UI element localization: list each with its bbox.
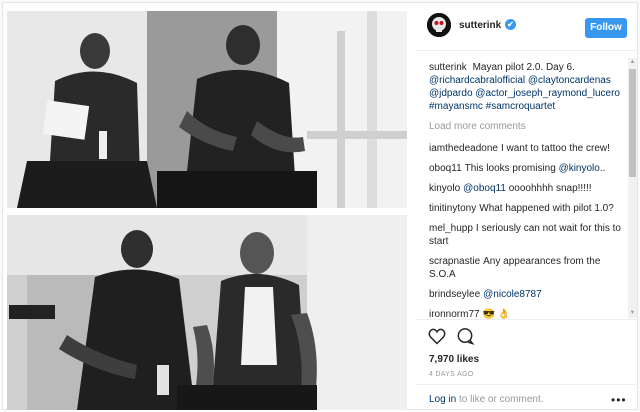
comment-text: What happened with pilot 1.0? [479, 203, 614, 214]
load-more-comments-link[interactable]: Load more comments [429, 121, 629, 132]
comment-item: kinyolo @oboq11 oooohhhh snap!!!!! [429, 182, 629, 195]
login-prompt: Log in to like or comment. [429, 394, 544, 405]
comment-mention[interactable]: @nicole8787 [483, 289, 542, 300]
comment-username[interactable]: tinitinytony [429, 203, 476, 214]
comment-mention[interactable]: @kinyolo.. [559, 163, 606, 174]
comment-text-after: oooohhhh snap!!!!! [505, 183, 592, 194]
comment-username[interactable]: scrapnastie [429, 256, 480, 267]
comments-scrollbar[interactable]: ▲ ▼ [628, 58, 637, 318]
comment-bubble-icon[interactable] [455, 326, 475, 346]
comment-item: oboq11 This looks promising @kinyolo.. [429, 162, 629, 175]
comment-text: This looks promising [464, 163, 559, 174]
scroll-up-arrow-icon[interactable]: ▲ [628, 58, 637, 67]
skull-avatar-icon [427, 13, 451, 37]
comment-username[interactable]: oboq11 [429, 163, 462, 174]
scroll-thumb[interactable] [629, 69, 636, 177]
comment-item: scrapnastie Any appearances from the S.O.… [429, 255, 629, 281]
comment-username[interactable]: iamthedeadone [429, 143, 498, 154]
comment-item: brindseylee @nicole8787 [429, 288, 629, 301]
caption-text: Mayan pilot 2.0. Day 6. [472, 62, 575, 73]
likes-count[interactable]: 7,970 likes [429, 354, 479, 365]
post-timestamp[interactable]: 4 DAYS AGO [429, 371, 474, 378]
post-actions: 7,970 likes 4 DAYS AGO Log in to like or… [415, 319, 639, 411]
comment-username[interactable]: ironnorm77 [429, 309, 480, 319]
more-options-icon[interactable]: ••• [611, 393, 627, 407]
avatar[interactable] [427, 13, 451, 37]
post-username[interactable]: sutterink [459, 20, 501, 31]
follow-button[interactable]: Follow [585, 18, 627, 38]
post-media [7, 7, 407, 411]
instagram-post: sutterink ✔ Follow sutterink Mayan pilot… [2, 2, 639, 411]
comments-list: sutterink Mayan pilot 2.0. Day 6. @richa… [415, 61, 629, 319]
login-bar: Log in to like or comment. ••• [415, 384, 639, 412]
comment-username[interactable]: mel_hupp [429, 223, 473, 234]
comment-mention[interactable]: @oboq11 [463, 183, 506, 194]
comment-item: mel_hupp I seriously can not wait for thi… [429, 222, 629, 248]
scroll-down-arrow-icon[interactable]: ▼ [628, 309, 637, 318]
comment-item: tinitinytony What happened with pilot 1.0… [429, 202, 629, 215]
post-header: sutterink ✔ Follow [415, 3, 639, 51]
comment-text: 😎 👌 [482, 309, 511, 319]
verified-badge-icon: ✔ [505, 19, 516, 30]
photo-bottom [7, 215, 407, 410]
post-sidebar: sutterink ✔ Follow sutterink Mayan pilot… [415, 3, 639, 411]
caption-username[interactable]: sutterink [429, 62, 467, 73]
login-link[interactable]: Log in [429, 394, 456, 405]
caption-mentions[interactable]: @richardcabralofficial @claytoncardenas … [429, 75, 620, 112]
comment-item: ironnorm77 😎 👌 [429, 308, 629, 319]
comment-username[interactable]: kinyolo [429, 183, 460, 194]
comment-item: iamthedeadone I want to tattoo the crew! [429, 142, 629, 155]
post-caption: sutterink Mayan pilot 2.0. Day 6. @richa… [429, 61, 629, 113]
login-rest-text: to like or comment. [456, 394, 544, 405]
heart-icon[interactable] [427, 326, 447, 346]
comment-username[interactable]: brindseylee [429, 289, 480, 300]
comment-text: I want to tattoo the crew! [500, 143, 610, 154]
photo-top [7, 11, 407, 208]
